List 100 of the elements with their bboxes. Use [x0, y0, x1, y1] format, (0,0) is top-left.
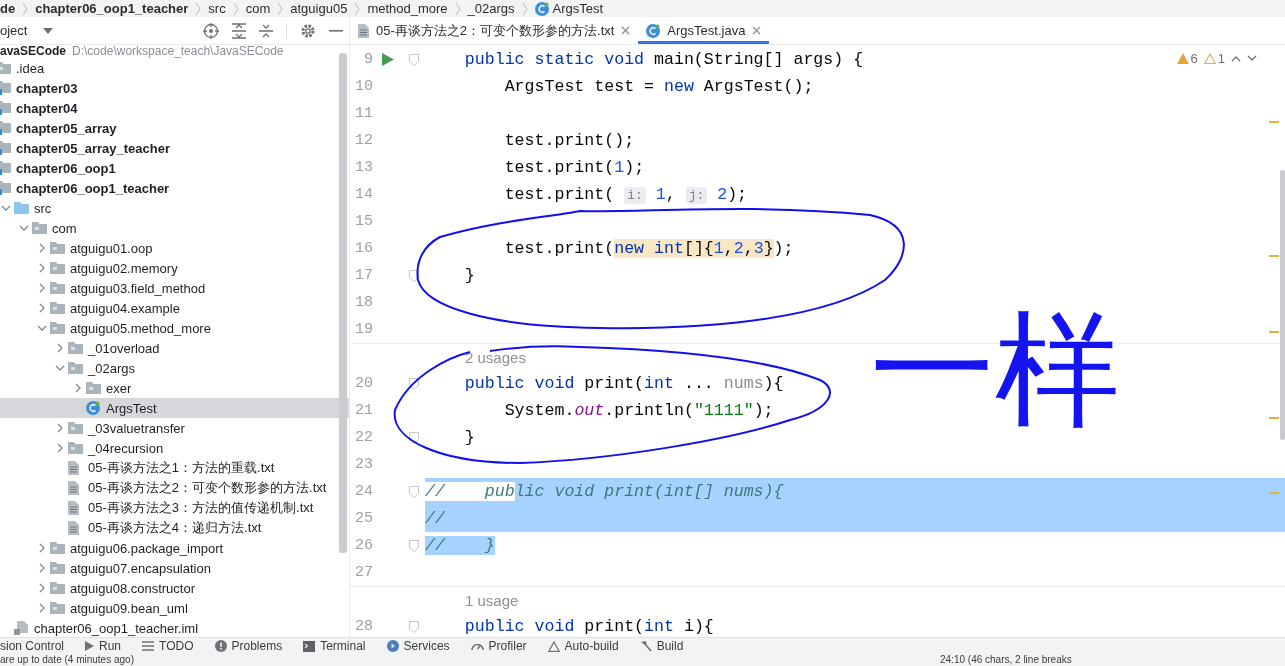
tree-item[interactable]: atguigu09.bean_uml [0, 598, 349, 618]
close-icon[interactable] [752, 26, 762, 35]
tool-window-button[interactable]: Auto-build [547, 639, 619, 653]
tree-item[interactable]: chapter04 [0, 98, 349, 118]
text-file-icon [68, 461, 79, 475]
tree-item[interactable]: chapter06_oop1_teacher [0, 178, 349, 198]
tool-window-button[interactable]: sion Control [0, 639, 65, 653]
tab-label: ArgsTest.java [667, 23, 746, 38]
line-number: 13 [354, 159, 373, 176]
weak-warnings-count[interactable]: 1 [1203, 51, 1225, 66]
fold-icon[interactable] [409, 269, 419, 282]
tree-item[interactable]: atguigu03.field_method [0, 278, 349, 298]
code-line: public void print(int ... nums){ [463, 373, 784, 395]
tree-item[interactable]: src [0, 198, 349, 218]
line-number: 22 [354, 429, 373, 446]
tree-item[interactable]: atguigu06.package_import [0, 538, 349, 558]
tree-item[interactable]: chapter05_array [0, 118, 349, 138]
line-number: 15 [354, 213, 373, 230]
folder-icon [50, 602, 65, 614]
line-number: 10 [354, 78, 373, 95]
warning-icon [547, 640, 560, 652]
chevron-down-icon[interactable] [19, 224, 29, 232]
caret-position[interactable]: 24:10 (46 chars, 2 line breaks [940, 654, 1285, 666]
tree-item[interactable]: _04recursion [0, 438, 349, 458]
panel-title[interactable]: oject [0, 23, 28, 38]
separator-chevron-icon [354, 1, 361, 16]
tree-item[interactable]: _02args [0, 358, 349, 378]
folder-icon [86, 382, 101, 394]
code-line: public static void main(String[] args) { [463, 49, 864, 71]
separator-chevron-icon [195, 1, 202, 16]
code-line: test.print( i: 1, j: 2); [503, 184, 748, 206]
tree-item[interactable]: com [0, 218, 349, 238]
tree-item[interactable]: .idea [0, 58, 349, 78]
tree-root-label[interactable]: avaSECode [0, 45, 67, 58]
folder-icon [50, 582, 65, 594]
folder-icon [68, 442, 83, 454]
line-number: 18 [354, 294, 373, 311]
breadcrumb-item[interactable]: de [0, 1, 16, 16]
tree-item[interactable]: atguigu02.memory [0, 258, 349, 278]
tool-window-button[interactable]: Run [85, 639, 122, 653]
warnings-count[interactable]: 6 [1176, 51, 1198, 66]
folder-icon [50, 302, 65, 314]
tool-window-button[interactable]: Profiler [470, 639, 527, 653]
tool-window-button[interactable]: TODO [142, 639, 194, 653]
breadcrumb-item[interactable]: method_more [367, 1, 448, 16]
close-icon[interactable] [621, 26, 631, 35]
tool-window-button[interactable]: Terminal [303, 639, 366, 653]
folder-icon [32, 222, 47, 234]
scrollbar[interactable] [339, 53, 347, 553]
tree-item[interactable]: 05-再谈方法之1：方法的重载.txt [0, 458, 349, 478]
tree-item[interactable]: atguigu04.example [0, 298, 349, 318]
code-line: } [463, 427, 475, 449]
chevron-right-icon[interactable] [56, 343, 64, 353]
locate-icon[interactable] [203, 22, 219, 39]
warning-icon [1176, 53, 1189, 64]
tool-window-button[interactable]: Services [386, 639, 450, 653]
separator-chevron-icon [232, 1, 239, 16]
tree-item[interactable]: _03valuetransfer [0, 418, 349, 438]
tree-item[interactable]: 05-再谈方法之3：方法的值传递机制.txt [0, 498, 349, 518]
chevron-down-icon[interactable] [1247, 55, 1257, 62]
line-number: 12 [354, 132, 373, 149]
tree-item[interactable]: chapter05_array_teacher [0, 138, 349, 158]
tree-item[interactable]: atguigu08.constructor [0, 578, 349, 598]
breadcrumb-item[interactable]: ArgsTest [534, 1, 604, 16]
tree-item[interactable]: ArgsTest [0, 398, 349, 418]
tree-item[interactable]: atguigu01.oop [0, 238, 349, 258]
chevron-down-icon[interactable] [55, 364, 65, 372]
tree-item[interactable]: _01overload [0, 338, 349, 358]
expand-all-icon[interactable] [232, 22, 246, 39]
tree-item[interactable]: exer [0, 378, 349, 398]
dropdown-caret-icon[interactable] [43, 27, 54, 34]
breadcrumb-item[interactable]: _02args [467, 1, 515, 16]
tree-item[interactable]: atguigu05.method_more [0, 318, 349, 338]
tree-item[interactable]: 05-再谈方法之2：可变个数形参的方法.txt [0, 478, 349, 498]
settings-icon[interactable] [300, 22, 316, 39]
breadcrumb-item[interactable]: com [245, 1, 271, 16]
tree-item[interactable]: 05-再谈方法之4：递归方法.txt [0, 518, 349, 538]
tool-window-button[interactable]: Problems [214, 639, 283, 653]
breadcrumb-item[interactable]: atguigu05 [290, 1, 348, 16]
tree-item[interactable]: atguigu07.encapsulation [0, 558, 349, 578]
fold-icon[interactable] [409, 431, 419, 444]
code-line: ArgsTest test = new ArgsTest(); [503, 76, 814, 98]
fold-icon[interactable] [409, 377, 419, 390]
chevron-down-icon[interactable] [37, 324, 47, 332]
tool-window-button[interactable]: Build [639, 639, 684, 653]
project-path: D:\code\workspace_teach\JavaSECode [72, 45, 284, 58]
chevron-up-icon[interactable] [1231, 55, 1241, 62]
breadcrumb-item[interactable]: src [208, 1, 226, 16]
editor-tab[interactable]: 05-再谈方法之2：可变个数形参的方法.txt [350, 17, 639, 44]
line-number: 24 [354, 483, 373, 500]
chevron-right-icon[interactable] [74, 383, 82, 393]
tree-item[interactable]: chapter06_oop1 [0, 158, 349, 178]
tree-item[interactable]: chapter06_oop1_teacher.iml [0, 618, 349, 637]
breadcrumb-item[interactable]: chapter06_oop1_teacher [35, 1, 189, 16]
line-number: 21 [354, 402, 373, 419]
tree-item[interactable]: chapter03 [0, 78, 349, 98]
run-icon[interactable] [382, 53, 394, 66]
collapse-all-icon[interactable] [259, 22, 273, 39]
chevron-down-icon[interactable] [1, 204, 11, 212]
code-line: } [463, 265, 475, 287]
